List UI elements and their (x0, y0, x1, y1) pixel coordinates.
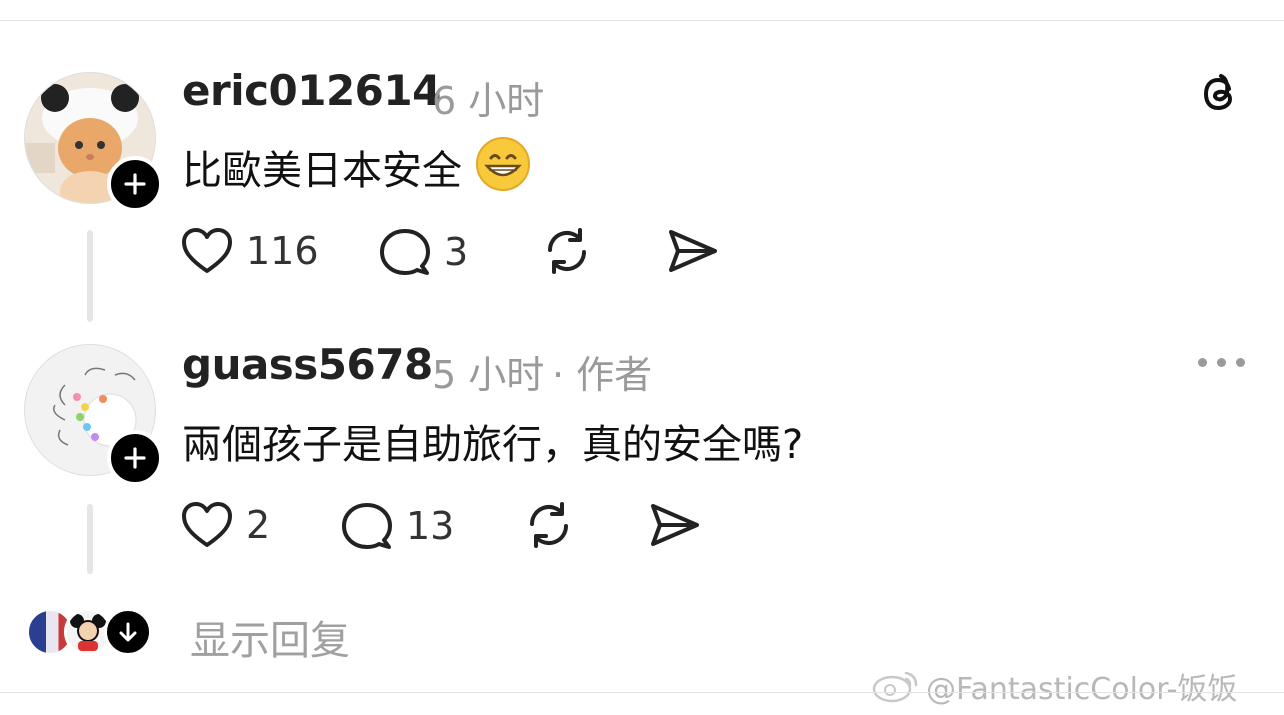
heart-icon (182, 228, 232, 273)
arrow-down-icon (119, 622, 137, 642)
username[interactable]: guass5678 (182, 340, 433, 389)
post-text: 比歐美日本安全 (182, 136, 531, 202)
post-text-content: 比歐美日本安全 (182, 148, 462, 194)
weibo-logo-icon (872, 671, 918, 703)
send-icon (669, 230, 717, 272)
post-time: 6 小时 (432, 79, 545, 123)
thread-line-2 (87, 504, 93, 574)
comment-button[interactable]: 13 (340, 500, 454, 552)
more-options-icon[interactable] (1198, 358, 1245, 367)
watermark: @FantasticColor-饭饭 (872, 664, 1238, 708)
share-button[interactable] (648, 500, 702, 550)
heart-icon (182, 502, 232, 547)
like-count: 2 (246, 503, 271, 547)
watermark-text: @FantasticColor-饭饭 (926, 672, 1238, 707)
threads-logo-icon[interactable] (1196, 70, 1244, 122)
show-replies-link[interactable]: 显示回复 (190, 608, 350, 666)
like-button[interactable]: 116 (180, 226, 319, 276)
send-icon (651, 504, 699, 546)
follow-button-1[interactable] (107, 156, 163, 212)
repost-icon (529, 502, 569, 548)
author-tag: · 作者 (552, 353, 653, 397)
comment-count: 13 (406, 504, 455, 548)
top-divider (0, 20, 1284, 21)
expand-replies-button[interactable] (104, 608, 152, 656)
like-count: 116 (246, 229, 319, 273)
repost-button[interactable] (540, 224, 594, 278)
thread-line-1 (87, 230, 93, 322)
post-text: 兩個孩子是自助旅行，真的安全嗎? (182, 422, 804, 468)
comment-count: 3 (444, 230, 469, 274)
grinning-face-icon (475, 136, 531, 202)
username[interactable]: eric012614 (182, 66, 441, 115)
comment-icon (380, 229, 430, 275)
bottom-divider (0, 692, 1284, 693)
repost-icon (547, 228, 587, 274)
post-time: 5 小时 (432, 353, 545, 397)
like-button[interactable]: 2 (180, 500, 270, 550)
follow-button-2[interactable] (107, 430, 163, 486)
mickey-avatar-icon (70, 614, 106, 651)
comment-icon (342, 503, 392, 549)
plus-icon (124, 173, 146, 195)
plus-icon (124, 447, 146, 469)
repost-button[interactable] (522, 498, 576, 552)
comment-button[interactable]: 3 (378, 226, 468, 278)
share-button[interactable] (666, 226, 720, 276)
